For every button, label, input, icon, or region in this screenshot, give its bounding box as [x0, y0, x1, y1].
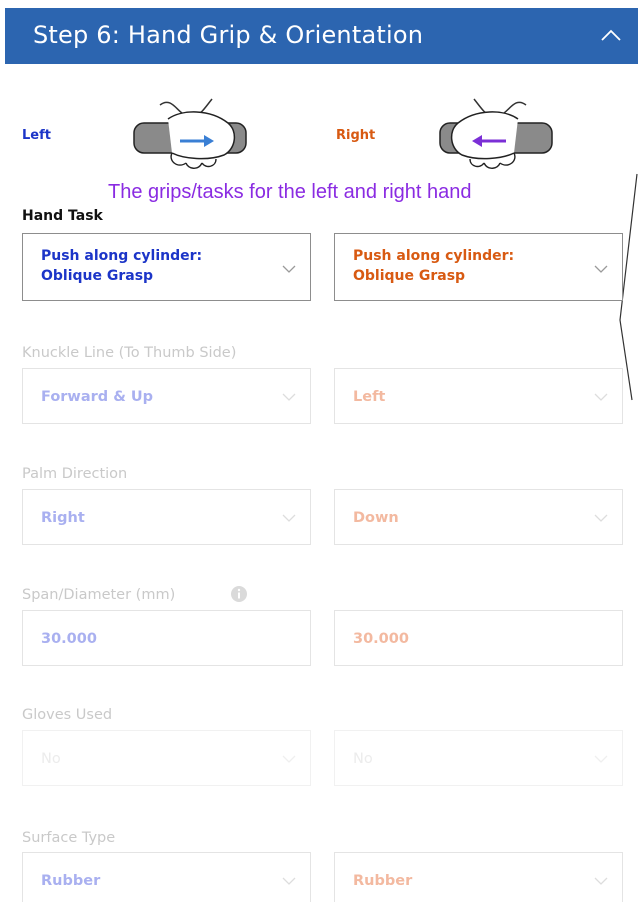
right-hand-grip-icon — [439, 98, 553, 169]
section-title: Step 6: Hand Grip & Orientation — [33, 21, 424, 49]
palm-direction-label: Palm Direction — [22, 466, 128, 482]
left-palm-direction-value: Right — [41, 510, 85, 526]
right-span-diameter-input[interactable]: 30.000 — [334, 610, 623, 666]
right-hand-task-value: Push along cylinder: Oblique Grasp — [353, 248, 515, 284]
right-gloves-used-select[interactable]: No — [334, 730, 623, 786]
chevron-down-icon — [594, 514, 608, 522]
left-surface-type-value: Rubber — [41, 873, 101, 889]
left-knuckle-line-value: Forward & Up — [41, 389, 154, 405]
right-surface-type-select[interactable]: Rubber — [334, 852, 623, 902]
right-hand-label: Right — [336, 128, 376, 143]
surface-type-label: Surface Type — [22, 830, 116, 846]
info-icon[interactable] — [230, 585, 248, 603]
knuckle-line-label: Knuckle Line (To Thumb Side) — [22, 345, 237, 361]
right-hand-task-select[interactable]: Push along cylinder: Oblique Grasp — [334, 233, 623, 301]
left-palm-direction-select[interactable]: Right — [22, 489, 311, 545]
right-palm-direction-value: Down — [353, 510, 399, 526]
left-span-diameter-input[interactable]: 30.000 — [22, 610, 311, 666]
span-diameter-label: Span/Diameter (mm) — [22, 587, 176, 603]
chevron-down-icon — [594, 877, 608, 885]
chevron-down-icon — [594, 393, 608, 401]
chevron-down-icon — [594, 755, 608, 763]
left-span-diameter-value: 30.000 — [41, 631, 97, 647]
right-knuckle-line-value: Left — [353, 389, 386, 405]
chevron-down-icon — [282, 393, 296, 401]
chevron-down-icon — [282, 514, 296, 522]
left-hand-task-value: Push along cylinder: Oblique Grasp — [41, 248, 203, 284]
left-hand-task-select[interactable]: Push along cylinder: Oblique Grasp — [22, 233, 311, 301]
chevron-down-icon — [282, 877, 296, 885]
chevron-down-icon — [594, 265, 608, 273]
left-knuckle-line-select[interactable]: Forward & Up — [22, 368, 311, 424]
chevron-down-icon — [282, 265, 296, 273]
right-gloves-used-value: No — [353, 751, 373, 767]
gloves-used-label: Gloves Used — [22, 707, 113, 723]
right-palm-direction-select[interactable]: Down — [334, 489, 623, 545]
right-surface-type-value: Rubber — [353, 873, 413, 889]
left-gloves-used-value: No — [41, 751, 61, 767]
chevron-down-icon — [282, 755, 296, 763]
right-knuckle-line-select[interactable]: Left — [334, 368, 623, 424]
left-surface-type-select[interactable]: Rubber — [22, 852, 311, 902]
chevron-up-icon[interactable] — [600, 28, 622, 42]
left-gloves-used-select[interactable]: No — [22, 730, 311, 786]
left-hand-label: Left — [22, 128, 51, 143]
annotation-text: The grips/tasks for the left and right h… — [108, 181, 472, 203]
left-hand-grip-icon — [133, 98, 247, 169]
hand-task-label: Hand Task — [22, 208, 103, 224]
section-header[interactable]: Step 6: Hand Grip & Orientation — [5, 8, 638, 64]
right-span-diameter-value: 30.000 — [353, 631, 409, 647]
